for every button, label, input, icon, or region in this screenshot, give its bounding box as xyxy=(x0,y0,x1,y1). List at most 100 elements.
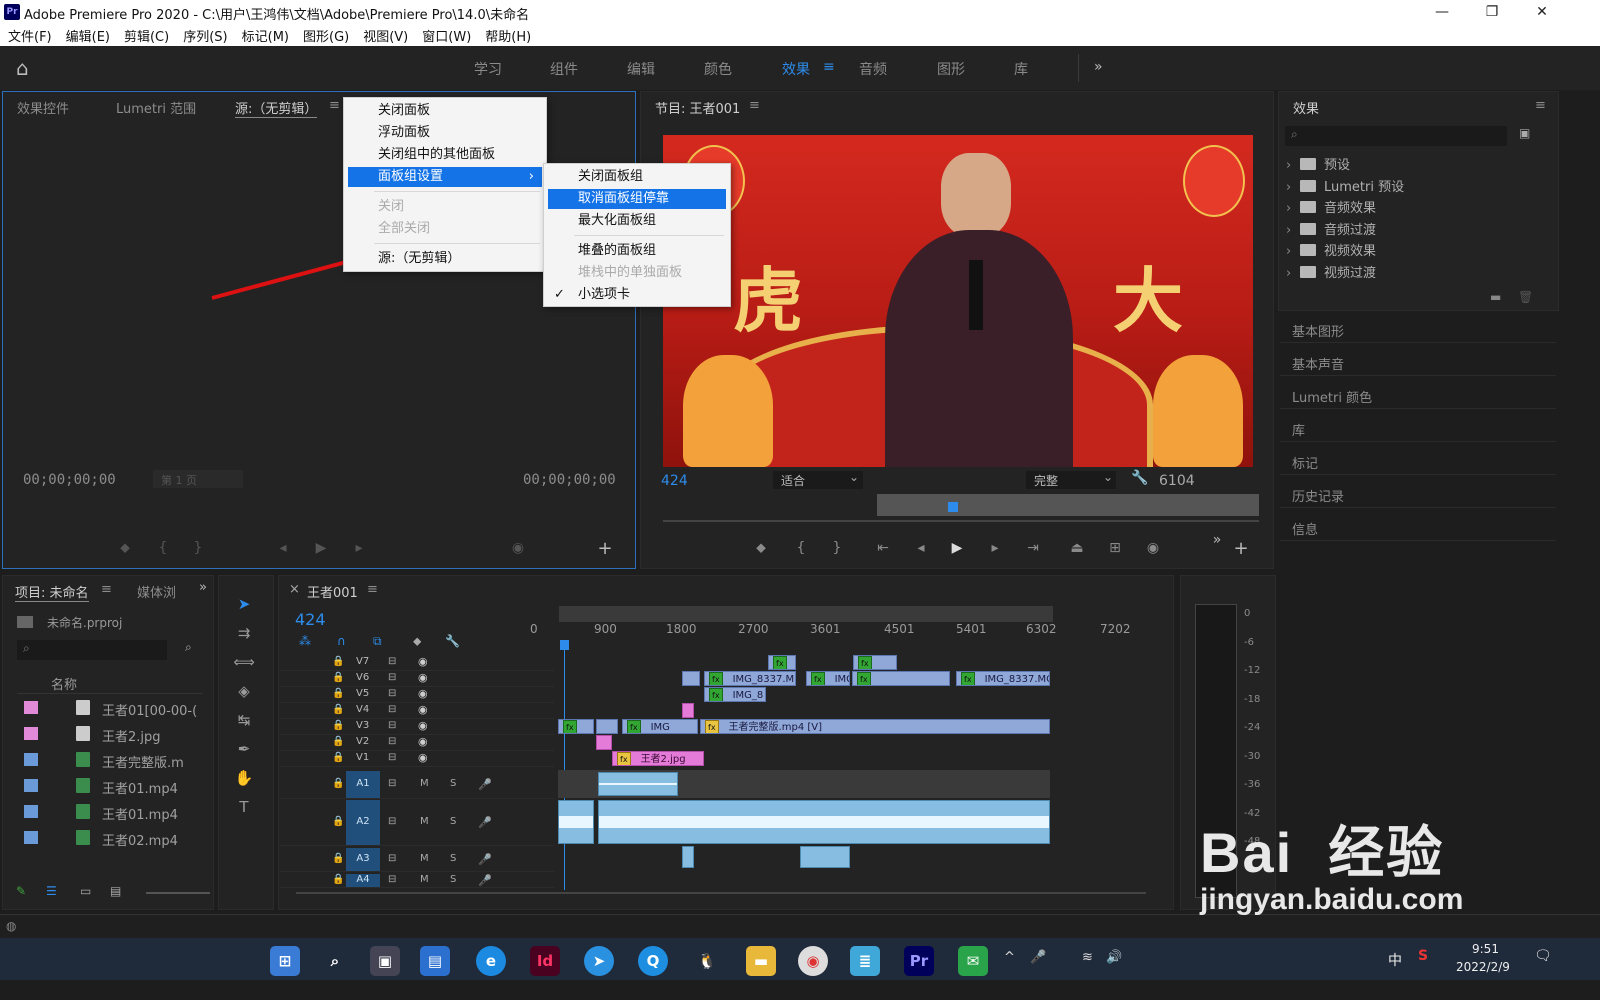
video-track-header[interactable]: 🔒 V1 ⊟ ◉ xyxy=(280,751,554,767)
freeform-view-icon[interactable]: ▤ xyxy=(110,884,121,898)
workspace-effects[interactable]: 效果 xyxy=(782,59,810,79)
effects-item-video-transitions[interactable]: › 视频过渡 xyxy=(1286,262,1376,283)
minimize-button[interactable]: — xyxy=(1422,2,1462,22)
mark-out-icon[interactable]: } xyxy=(188,540,208,556)
audio-clip-a2-main[interactable] xyxy=(598,800,1050,844)
mark-in-icon[interactable]: { xyxy=(791,540,811,556)
menu-window[interactable]: 窗口(W) xyxy=(414,24,471,45)
workspace-menu-icon[interactable]: ≡ xyxy=(823,59,835,75)
clip-v4[interactable] xyxy=(682,703,694,718)
menu-close-other-panels[interactable]: 关闭组中的其他面板 xyxy=(348,145,542,165)
effects-menu-icon[interactable]: ≡ xyxy=(1535,98,1546,113)
cloud-sync-icon[interactable]: ◍ xyxy=(6,919,16,933)
timeline-settings-icon[interactable]: 🔧 xyxy=(445,634,460,648)
list-view-icon[interactable]: ☰ xyxy=(46,884,57,898)
track-name[interactable]: A3 xyxy=(346,848,380,871)
eye-icon[interactable]: ◉ xyxy=(418,655,428,668)
step-forward-icon[interactable]: ▸ xyxy=(349,540,369,556)
program-scroll-track[interactable] xyxy=(663,520,1259,522)
sync-lock-icon[interactable]: ⊟ xyxy=(388,816,396,827)
selection-tool-icon[interactable]: ➤ xyxy=(233,595,255,617)
maximize-button[interactable]: ❐ xyxy=(1472,2,1512,22)
panel-libraries[interactable]: 库 xyxy=(1280,412,1556,442)
eye-icon[interactable]: ◉ xyxy=(418,703,428,716)
go-to-out-icon[interactable]: ⇥ xyxy=(1023,540,1043,556)
lock-icon[interactable]: 🔒 xyxy=(332,816,344,827)
clip-v7-a[interactable]: fx xyxy=(768,655,796,670)
menu-close-panel[interactable]: 关闭面板 xyxy=(348,101,542,121)
menu-markers[interactable]: 标记(M) xyxy=(234,24,289,45)
audio-track-header[interactable]: 🔒 A3 ⊟ M S 🎤 xyxy=(280,848,554,872)
lock-icon[interactable]: 🔒 xyxy=(332,736,344,747)
audio-track-header[interactable]: 🔒 A1 ⊟ M S 🎤 xyxy=(280,771,554,799)
lock-icon[interactable]: 🔒 xyxy=(332,720,344,731)
project-item[interactable]: 王者02.mp4 xyxy=(16,825,200,851)
browser-ie-icon[interactable]: e xyxy=(476,946,506,976)
tab-media-browser[interactable]: 媒体浏 xyxy=(137,582,176,601)
file-explorer-icon[interactable]: ▬ xyxy=(746,946,776,976)
sequence-menu-icon[interactable]: ≡ xyxy=(367,582,378,597)
chrome-icon[interactable]: ◉ xyxy=(798,946,828,976)
search-icon[interactable]: ⌕ xyxy=(320,946,350,976)
linked-selection-icon[interactable]: ⧉ xyxy=(373,634,382,649)
clip-v6-d[interactable]: fx IMG_8337.MO xyxy=(956,671,1050,686)
submenu-maximize-panel-group[interactable]: 最大化面板组 xyxy=(548,211,726,231)
project-item[interactable]: 王者01.mp4 xyxy=(16,773,200,799)
effects-item-presets[interactable]: › 预设 xyxy=(1286,154,1350,175)
panel-essential-sound[interactable]: 基本声音 xyxy=(1280,346,1556,376)
project-item[interactable]: 王者01.mp4 xyxy=(16,799,200,825)
slip-tool-icon[interactable]: ↹ xyxy=(233,711,255,733)
effects-item-audio-effects[interactable]: › 音频效果 xyxy=(1286,197,1376,218)
sync-lock-icon[interactable]: ⊟ xyxy=(388,778,396,789)
find-icon[interactable]: ⌕ xyxy=(185,640,192,655)
more-workspaces-icon[interactable]: » xyxy=(1094,59,1103,75)
submenu-stacked-panel-group[interactable]: 堆叠的面板组 xyxy=(548,241,726,261)
eye-icon[interactable]: ◉ xyxy=(418,735,428,748)
program-menu-icon[interactable]: ≡ xyxy=(749,98,760,113)
program-monitor-title[interactable]: 节目: 王者001 xyxy=(655,98,740,117)
more-controls-icon[interactable]: » xyxy=(1207,532,1227,548)
clip-v6-b[interactable]: fx IMG xyxy=(806,671,850,686)
eye-icon[interactable]: ◉ xyxy=(418,751,428,764)
menu-view[interactable]: 视图(V) xyxy=(355,24,408,45)
lock-icon[interactable]: 🔒 xyxy=(332,688,344,699)
workspace-audio[interactable]: 音频 xyxy=(859,59,887,79)
extract-icon[interactable]: ⊞ xyxy=(1105,540,1125,556)
export-frame-icon[interactable]: ◉ xyxy=(1143,540,1163,556)
menu-sequence[interactable]: 序列(S) xyxy=(175,24,227,45)
program-playhead[interactable] xyxy=(948,502,958,512)
lock-icon[interactable]: 🔒 xyxy=(332,704,344,715)
track-select-tool-icon[interactable]: ⇉ xyxy=(233,624,255,646)
razor-tool-icon[interactable]: ◈ xyxy=(233,682,255,704)
menu-file[interactable]: 文件(F) xyxy=(0,24,52,45)
add-button-icon[interactable]: + xyxy=(595,538,615,559)
pen-tool-icon[interactable]: ✒ xyxy=(233,740,255,762)
lock-icon[interactable]: 🔒 xyxy=(332,778,344,789)
effects-item-audio-transitions[interactable]: › 音频过渡 xyxy=(1286,219,1376,240)
mark-in-icon[interactable]: { xyxy=(153,540,173,556)
icon-view-icon[interactable]: ▭ xyxy=(80,884,91,898)
program-zoom-area[interactable] xyxy=(877,494,1259,516)
source-timecode-in[interactable]: 00;00;00;00 xyxy=(23,472,116,488)
delete-icon[interactable]: 🗑 xyxy=(1518,290,1533,304)
clock-time[interactable]: 9:51 xyxy=(1472,942,1499,956)
step-forward-icon[interactable]: ▸ xyxy=(985,540,1005,556)
audio-clip-a1[interactable] xyxy=(598,772,678,796)
add-marker-icon[interactable]: ⬥ xyxy=(751,540,771,556)
sync-lock-icon[interactable]: ⊟ xyxy=(388,736,396,747)
audio-track-header[interactable]: 🔒 A2 ⊟ M S 🎤 xyxy=(280,800,554,846)
page-selector[interactable]: 第 1 页 xyxy=(153,470,243,488)
panel-info[interactable]: 信息 xyxy=(1280,511,1556,541)
clip-v7-b[interactable]: fx xyxy=(853,655,897,670)
lock-icon[interactable]: 🔒 xyxy=(332,656,344,667)
task-view-icon[interactable]: ▣ xyxy=(370,946,400,976)
sync-lock-icon[interactable]: ⊟ xyxy=(388,704,396,715)
mute-button[interactable]: M xyxy=(420,778,429,789)
project-menu-icon[interactable]: ≡ xyxy=(101,582,112,597)
source-timecode-out[interactable]: 00;00;00;00 xyxy=(523,472,616,488)
effects-search-input[interactable]: ⌕ xyxy=(1285,126,1507,146)
panel-markers[interactable]: 标记 xyxy=(1280,445,1556,475)
solo-button[interactable]: S xyxy=(450,778,456,789)
hand-tool-icon[interactable]: ✋ xyxy=(233,769,255,791)
new-bin-icon[interactable]: ▣ xyxy=(1519,126,1530,140)
